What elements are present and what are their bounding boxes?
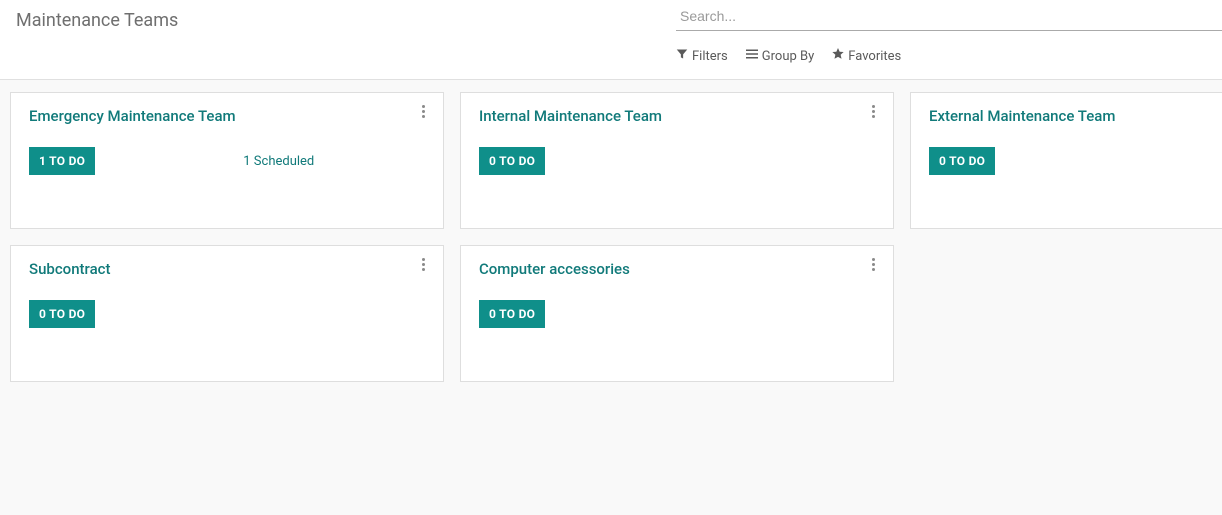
scheduled-link[interactable]: 1 Scheduled: [243, 154, 314, 169]
search-toolbar: Filters Group By Favorites: [676, 48, 901, 64]
star-icon: [832, 48, 844, 64]
todo-button[interactable]: 0 TO DO: [479, 147, 545, 175]
todo-button[interactable]: 1 TO DO: [29, 147, 95, 175]
dots-vertical-icon: [872, 258, 875, 275]
todo-button[interactable]: 0 TO DO: [479, 300, 545, 328]
card-status-row: 0 TO DO: [929, 147, 1222, 175]
header: Maintenance Teams Filters Group By Favor…: [0, 0, 1222, 80]
dots-vertical-icon: [872, 105, 875, 122]
card-menu-button[interactable]: [415, 258, 431, 274]
kanban-board: Emergency Maintenance Team 1 TO DO 1 Sch…: [10, 92, 1212, 382]
card-menu-button[interactable]: [415, 105, 431, 121]
team-card-subcontract: Subcontract 0 TO DO: [10, 245, 444, 382]
list-icon: [746, 48, 758, 64]
page-title: Maintenance Teams: [16, 10, 178, 31]
card-title[interactable]: Computer accessories: [479, 260, 630, 278]
card-title[interactable]: Emergency Maintenance Team: [29, 107, 236, 125]
search-area: [676, 0, 1222, 31]
card-title[interactable]: External Maintenance Team: [929, 107, 1115, 125]
content: Emergency Maintenance Team 1 TO DO 1 Sch…: [0, 80, 1222, 394]
dots-vertical-icon: [422, 105, 425, 122]
search-input[interactable]: [676, 0, 1222, 31]
dots-vertical-icon: [422, 258, 425, 275]
card-menu-button[interactable]: [865, 105, 881, 121]
team-card-emergency: Emergency Maintenance Team 1 TO DO 1 Sch…: [10, 92, 444, 229]
card-status-row: 1 TO DO 1 Scheduled: [29, 147, 425, 175]
favorites-label: Favorites: [848, 49, 901, 64]
favorites-button[interactable]: Favorites: [832, 48, 901, 64]
team-card-external: External Maintenance Team 0 TO DO: [910, 92, 1222, 229]
team-card-computer-accessories: Computer accessories 0 TO DO: [460, 245, 894, 382]
todo-button[interactable]: 0 TO DO: [29, 300, 95, 328]
filters-label: Filters: [692, 49, 728, 64]
card-status-row: 0 TO DO: [479, 300, 875, 328]
card-title[interactable]: Subcontract: [29, 260, 111, 278]
card-status-row: 0 TO DO: [29, 300, 425, 328]
card-menu-button[interactable]: [865, 258, 881, 274]
card-status-row: 0 TO DO: [479, 147, 875, 175]
todo-button[interactable]: 0 TO DO: [929, 147, 995, 175]
team-card-internal: Internal Maintenance Team 0 TO DO: [460, 92, 894, 229]
funnel-icon: [676, 48, 688, 64]
groupby-label: Group By: [762, 49, 815, 64]
filters-button[interactable]: Filters: [676, 48, 728, 64]
card-title[interactable]: Internal Maintenance Team: [479, 107, 662, 125]
groupby-button[interactable]: Group By: [746, 48, 815, 64]
